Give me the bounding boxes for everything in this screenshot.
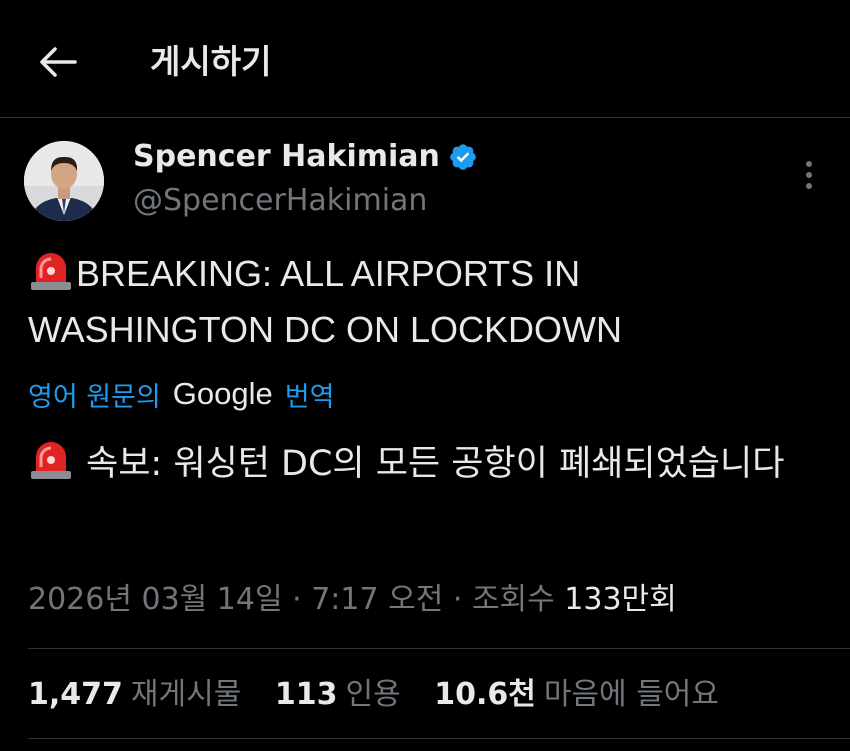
- divider: [28, 738, 850, 739]
- page-title: 게시하기: [150, 42, 272, 81]
- more-vertical-icon-dot: [806, 161, 812, 167]
- author-name[interactable]: Spencer Hakimian: [133, 136, 478, 178]
- author-handle[interactable]: @SpencerHakimian: [133, 180, 427, 222]
- reposts-count[interactable]: 1,477: [28, 677, 123, 712]
- google-brand: Google: [172, 376, 273, 411]
- quotes-count[interactable]: 113: [275, 677, 338, 712]
- top-bar: 게시하기: [0, 0, 850, 118]
- engagement-stats: 1,477 재게시물 113 인용 10.6천 마음에 들어요: [28, 673, 743, 717]
- likes-label[interactable]: 마음에 들어요: [544, 677, 719, 712]
- police-siren-light-icon: [31, 442, 71, 479]
- divider: [28, 648, 850, 649]
- translate-suffix: 번역: [284, 381, 335, 413]
- more-vertical-icon-dot: [806, 183, 812, 189]
- tweet-text-content: BREAKING: ALL AIRPORTS IN WASHINGTON DC …: [28, 253, 623, 350]
- more-options-button[interactable]: [792, 155, 826, 195]
- post-time[interactable]: 7:17 오전: [311, 582, 443, 617]
- back-button[interactable]: [30, 38, 86, 86]
- translated-text: 속보: 워싱턴 DC의 모든 공항이 폐쇄되었습니다: [28, 436, 818, 492]
- post-meta: 2026년 03월 14일 · 7:17 오전 · 조회수 133만회: [28, 578, 677, 622]
- reposts-label[interactable]: 재게시물: [131, 677, 241, 712]
- avatar[interactable]: [24, 141, 104, 221]
- translate-prefix: 영어 원문의: [28, 381, 161, 413]
- post-date[interactable]: 2026년 03월 14일: [28, 582, 283, 617]
- translated-text-content: 속보: 워싱턴 DC의 모든 공항이 폐쇄되었습니다: [86, 444, 785, 484]
- tweet-text: BREAKING: ALL AIRPORTS IN WASHINGTON DC …: [28, 246, 818, 358]
- quotes-label[interactable]: 인용: [345, 677, 400, 712]
- avatar-photo: [24, 141, 104, 221]
- meta-separator: ·: [292, 582, 312, 617]
- verified-badge-icon: [450, 144, 476, 170]
- author-name-text: Spencer Hakimian: [133, 139, 440, 174]
- police-siren-light-icon: [31, 253, 71, 290]
- arrow-left-icon: [40, 47, 77, 77]
- views-count: 133만회: [564, 582, 677, 617]
- meta-separator: ·: [452, 582, 472, 617]
- likes-count[interactable]: 10.6천: [434, 677, 536, 712]
- views-label: 조회수: [471, 582, 555, 617]
- more-vertical-icon-dot: [806, 172, 812, 178]
- translate-link[interactable]: 영어 원문의 Google 번역: [28, 372, 334, 416]
